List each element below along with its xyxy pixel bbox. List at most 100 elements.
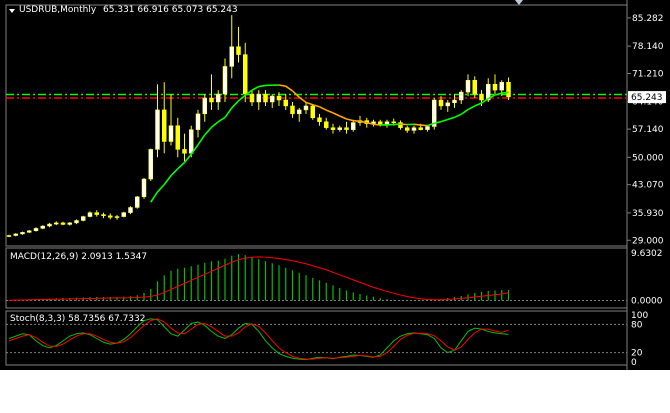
candle-body [249, 93, 255, 103]
candle-body [270, 95, 275, 103]
moving-average-segment [183, 153, 192, 164]
candle-body [425, 126, 430, 130]
moving-average-segment [305, 101, 314, 106]
moving-average-segment [231, 100, 240, 109]
candle-body [411, 127, 417, 131]
candle-body [337, 127, 342, 130]
candle-body [499, 81, 504, 91]
candle-body [351, 122, 356, 130]
moving-average-segment [237, 94, 246, 102]
candle-body [283, 99, 288, 107]
candle-body [216, 93, 221, 103]
price-tick-label: 50.000 [632, 153, 664, 163]
candle-body [263, 93, 268, 103]
candle-body [175, 125, 180, 150]
main-plot-border [5, 4, 628, 247]
ohlc-values: 65.331 66.916 65.073 65.243 [103, 5, 238, 15]
price-tick-label: 29.000 [632, 236, 664, 246]
moving-average-segment [346, 118, 354, 122]
candle-body [87, 212, 93, 217]
candle-body [148, 149, 153, 180]
moving-average-segment [163, 175, 172, 186]
moving-average-segment [285, 85, 293, 92]
candle-body [506, 81, 511, 98]
candle-body [236, 46, 241, 55]
moving-average-segment [197, 134, 206, 146]
moving-average-segment [258, 84, 266, 88]
candle-body [182, 149, 187, 154]
moving-average-segment [298, 96, 307, 104]
candle-body [330, 127, 336, 130]
candle-body [155, 109, 160, 150]
candle-body [229, 46, 234, 67]
moving-average-segment [224, 107, 233, 118]
candle-body [81, 216, 86, 221]
macd-tick-label: 9.6302 [631, 249, 663, 259]
chart-title: USDRUB,Monthly 65.331 66.916 65.073 65.2… [19, 5, 238, 15]
moving-average-segment [339, 115, 347, 120]
candle-body [472, 80, 477, 95]
candle-body [479, 93, 484, 101]
chart-svg: USDRUB,Monthly 65.331 66.916 65.073 65.2… [5, 0, 666, 370]
candle-body [54, 222, 59, 225]
candle-body [310, 105, 315, 119]
stoch-tick-label: 80 [631, 320, 643, 330]
candle-body [405, 127, 410, 131]
moving-average-segment [170, 168, 179, 177]
moving-average-segment [251, 85, 260, 91]
candle-body [121, 212, 126, 217]
moving-average-segment [156, 184, 165, 193]
candle-body [391, 121, 396, 123]
moving-average-segment [210, 121, 219, 128]
stoch-tick-label: 0 [631, 358, 637, 368]
moving-average-segment [420, 124, 428, 127]
price-tick-label: 78.140 [632, 42, 664, 52]
candle-body [452, 99, 457, 104]
moving-average-segment [454, 113, 462, 119]
moving-average-segment [204, 126, 213, 136]
candle-body [209, 97, 214, 103]
candle-body [344, 127, 349, 130]
candle-body [6, 235, 12, 237]
moving-average-segment [332, 112, 341, 117]
candle-body [40, 225, 45, 229]
moving-average-segment [177, 161, 186, 170]
candle-body [256, 93, 261, 103]
candle-body [20, 232, 25, 235]
candle-body [317, 117, 322, 122]
candle-body [128, 207, 133, 213]
price-tick-label: 35.930 [632, 209, 664, 219]
macd-tick-label: 0.0000 [631, 296, 663, 306]
candle-body [465, 80, 471, 93]
moving-average-segment [373, 123, 381, 126]
moving-average-segment [319, 106, 327, 111]
price-tick-label: 43.070 [632, 181, 664, 191]
chart-symbol-timeframe: USDRUB,Monthly [19, 5, 97, 15]
candle-body [243, 54, 248, 95]
candle-body [438, 99, 444, 107]
moving-average-segment [440, 118, 448, 123]
moving-average-segment [447, 116, 455, 121]
stoch-label: Stoch(8,3,3) 58.7356 67.7332 [10, 314, 145, 324]
candle-body [67, 222, 72, 225]
candle-body [324, 121, 329, 128]
triangle-down-icon[interactable] [9, 9, 15, 13]
candle-body [492, 83, 498, 91]
candle-body [135, 196, 140, 208]
moving-average-segment [460, 108, 469, 115]
candle-body [168, 125, 174, 142]
current-price-label: 65.243 [631, 93, 663, 103]
candle-body [101, 214, 106, 217]
moving-average-segment [386, 123, 394, 126]
candle-body [297, 109, 302, 115]
candle-body [114, 216, 120, 218]
candle-body [141, 178, 147, 198]
candle-body [162, 109, 167, 142]
moving-average-segment [150, 191, 159, 203]
candle-body [276, 95, 282, 101]
price-tick-label: 57.140 [632, 125, 664, 135]
corner-triangle-icon[interactable] [515, 0, 523, 5]
candle-body [108, 215, 113, 218]
price-tick-label: 71.210 [632, 70, 664, 80]
candle-body [418, 127, 423, 130]
